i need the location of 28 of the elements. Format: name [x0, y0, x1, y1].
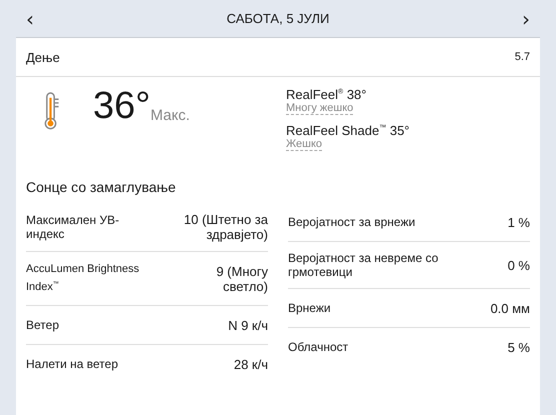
detail-value: 10 (Штетно за здравјето) [182, 212, 268, 242]
next-day-button[interactable]: › [512, 8, 540, 28]
temperature-label: Макс. [150, 107, 190, 124]
detail-value: 0.0 мм [490, 300, 530, 316]
realfeel-label: RealFeel Shade$^{™}$ 35° [286, 123, 410, 138]
period-value: 5.7 [514, 51, 530, 63]
condition-text: Сонце со замаглување [25, 179, 177, 195]
detail-value: 0 % [508, 258, 530, 272]
detail-label: Веројатност за врнежи [288, 215, 416, 229]
detail-value: 5 % [508, 340, 530, 354]
period-label: Дење [26, 50, 60, 64]
detail-label: Максимален УВ-индекс [26, 213, 120, 241]
detail-label: Ветер [26, 318, 59, 332]
realfeel-description[interactable]: Жешко [286, 138, 322, 151]
detail-label: Налети на ветер [26, 357, 118, 372]
detail-value: 28 к/ч [234, 356, 268, 372]
detail-label: Веројатност за невреме со грмотевици [288, 251, 440, 279]
detail-value: 1 % [508, 214, 530, 230]
realfeel-description[interactable]: Многу жешко [286, 102, 354, 115]
date-title: САБОТА, 5 ЈУЛИ [226, 11, 330, 26]
detail-value: 9 (Многу светло) [215, 264, 268, 294]
temperature-value: 36° [93, 87, 150, 125]
detail-label: AccuLumen Brightness Index$^{™}$ [26, 262, 140, 295]
previous-day-button[interactable]: ‹ [16, 8, 44, 28]
realfeel-label: RealFeel$^{®}$ 38° [286, 87, 366, 102]
detail-label: Врнежи [288, 301, 331, 315]
detail-value: N 9 к/ч [228, 318, 268, 333]
detail-label: Облачност [288, 340, 348, 354]
